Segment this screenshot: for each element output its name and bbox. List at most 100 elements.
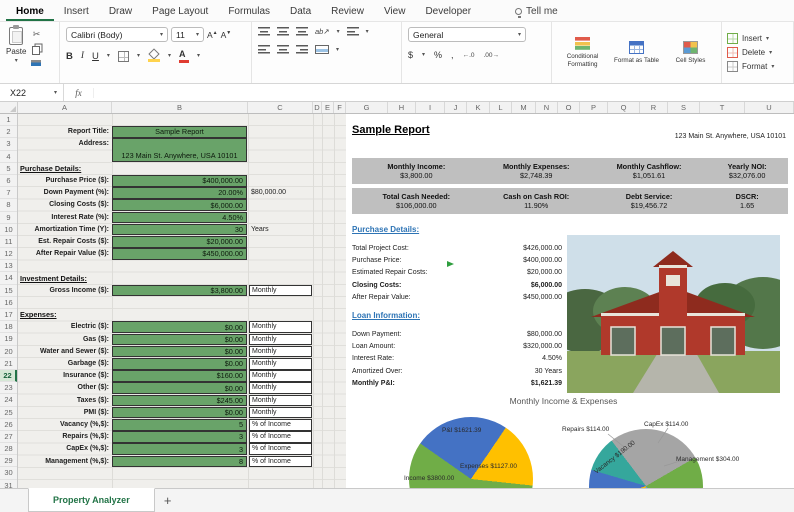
input-cell[interactable]: $6,000.00 xyxy=(112,199,247,211)
row-header-20[interactable]: 20 xyxy=(0,346,17,358)
row-header-24[interactable]: 24 xyxy=(0,394,17,407)
align-right-icon[interactable] xyxy=(296,45,308,54)
row-header-31[interactable]: 31 xyxy=(0,480,17,488)
row-header-15[interactable]: 15 xyxy=(0,285,17,297)
input-cell[interactable]: $0.00 xyxy=(112,321,247,333)
italic-button[interactable]: I xyxy=(81,51,84,61)
note-cell[interactable]: Monthly xyxy=(249,333,312,346)
number-format-select[interactable]: General ▾ xyxy=(408,27,526,42)
row-header-8[interactable]: 8 xyxy=(0,199,17,212)
font-color-icon[interactable]: A xyxy=(178,50,189,63)
column-header-d[interactable]: D xyxy=(313,102,322,113)
row-header-26[interactable]: 26 xyxy=(0,419,17,431)
row-header-3[interactable]: 3 xyxy=(0,138,17,151)
ribbon-tab-draw[interactable]: Draw xyxy=(99,2,142,21)
add-sheet-button[interactable]: + xyxy=(155,489,181,512)
percent-button[interactable]: % xyxy=(434,50,442,60)
conditional-formatting-button[interactable]: Conditional Formatting xyxy=(558,37,607,68)
column-header-o[interactable]: O xyxy=(558,102,580,113)
input-cell[interactable]: $160.00 xyxy=(112,370,247,382)
ribbon-tab-view[interactable]: View xyxy=(374,2,416,21)
merge-center-icon[interactable] xyxy=(315,45,329,54)
align-left-icon[interactable] xyxy=(258,45,270,54)
ribbon-tab-home[interactable]: Home xyxy=(6,2,54,21)
input-cell[interactable]: 4.50% xyxy=(112,211,247,224)
wrap-text-icon[interactable] xyxy=(346,27,359,36)
row-header-13[interactable]: 13 xyxy=(0,260,17,273)
format-as-table-button[interactable]: Format as Table xyxy=(612,40,661,64)
row-header-27[interactable]: 27 xyxy=(0,431,17,444)
row-header-4[interactable]: 4 xyxy=(0,151,17,163)
row-header-25[interactable]: 25 xyxy=(0,407,17,419)
format-cells-button[interactable]: Format ▾ xyxy=(727,61,788,72)
note-cell[interactable]: % of Income xyxy=(249,455,312,468)
input-cell[interactable]: $0.00 xyxy=(112,382,247,394)
column-header-m[interactable]: M xyxy=(512,102,536,113)
align-bottom-icon[interactable] xyxy=(296,27,308,36)
column-header-i[interactable]: I xyxy=(416,102,445,113)
row-header-9[interactable]: 9 xyxy=(0,212,17,224)
note-cell[interactable]: % of Income xyxy=(249,443,312,455)
increase-decimal-icon[interactable]: ←.0 xyxy=(463,52,475,59)
bold-button[interactable]: B xyxy=(66,51,73,62)
input-cell[interactable]: 123 Main St. Anywhere, USA 10101 xyxy=(112,138,247,163)
tell-me[interactable]: Tell me xyxy=(515,6,558,21)
insert-function-button[interactable]: fx xyxy=(64,87,94,98)
input-cell[interactable]: 5 xyxy=(112,419,247,431)
formula-input[interactable] xyxy=(94,84,794,101)
column-header-r[interactable]: R xyxy=(640,102,668,113)
column-header-s[interactable]: S xyxy=(668,102,700,113)
note-cell[interactable]: Monthly xyxy=(249,370,312,382)
input-cell[interactable]: $0.00 xyxy=(112,333,247,346)
fill-color-icon[interactable] xyxy=(147,50,160,62)
cell-styles-button[interactable]: Cell Styles xyxy=(666,40,715,64)
underline-button[interactable]: U xyxy=(92,51,99,62)
row-header-30[interactable]: 30 xyxy=(0,467,17,480)
note-cell[interactable]: Monthly xyxy=(249,284,312,297)
copy-button[interactable] xyxy=(32,46,41,55)
column-header-b[interactable]: B xyxy=(112,102,248,113)
column-header-c[interactable]: C xyxy=(248,102,313,113)
name-box[interactable]: X22 ▾ xyxy=(0,84,64,101)
align-top-icon[interactable] xyxy=(258,27,270,36)
column-header-f[interactable]: F xyxy=(334,102,346,113)
column-header-p[interactable]: P xyxy=(580,102,608,113)
input-cell[interactable]: $245.00 xyxy=(112,394,247,407)
column-header-q[interactable]: Q xyxy=(608,102,640,113)
ribbon-tab-insert[interactable]: Insert xyxy=(54,2,99,21)
row-header-5[interactable]: 5 xyxy=(0,163,17,175)
column-header-j[interactable]: J xyxy=(445,102,467,113)
borders-icon[interactable] xyxy=(117,50,129,62)
row-header-12[interactable]: 12 xyxy=(0,248,17,261)
font-size-select[interactable]: 11 ▾ xyxy=(171,27,204,42)
row-header-10[interactable]: 10 xyxy=(0,224,17,236)
sheet-tab-property-analyzer[interactable]: Property Analyzer xyxy=(28,488,155,512)
decrease-font-icon[interactable]: A▼ xyxy=(221,30,232,40)
input-cell[interactable]: 3 xyxy=(112,431,247,443)
note-cell[interactable]: Monthly xyxy=(249,394,312,407)
row-header-2[interactable]: 2 xyxy=(0,126,17,139)
input-cell[interactable]: 30 xyxy=(112,223,247,236)
column-header-g[interactable]: G xyxy=(346,102,388,113)
input-cell[interactable]: $0.00 xyxy=(112,406,247,419)
ribbon-tab-developer[interactable]: Developer xyxy=(415,2,481,21)
row-header-6[interactable]: 6 xyxy=(0,175,17,188)
ribbon-tab-formulas[interactable]: Formulas xyxy=(218,2,280,21)
row-header-19[interactable]: 19 xyxy=(0,333,17,346)
input-cell[interactable]: $400,000.00 xyxy=(112,175,247,187)
note-cell[interactable]: Monthly xyxy=(249,358,312,370)
cut-button[interactable]: ✂ xyxy=(33,30,41,39)
input-cell[interactable]: $0.00 xyxy=(112,345,247,358)
ribbon-tab-review[interactable]: Review xyxy=(321,2,374,21)
row-header-23[interactable]: 23 xyxy=(0,382,17,395)
note-cell[interactable]: Monthly xyxy=(249,345,312,358)
note-cell[interactable]: % of Income xyxy=(249,419,312,431)
note-cell[interactable]: Monthly xyxy=(249,382,312,394)
row-header-1[interactable]: 1 xyxy=(0,114,17,127)
column-header-a[interactable]: A xyxy=(18,102,112,113)
row-header-29[interactable]: 29 xyxy=(0,455,17,468)
align-middle-icon[interactable] xyxy=(277,27,289,36)
input-cell[interactable]: $450,000.00 xyxy=(112,248,247,260)
row-header-21[interactable]: 21 xyxy=(0,358,17,370)
delete-cells-button[interactable]: Delete ▾ xyxy=(727,47,788,58)
